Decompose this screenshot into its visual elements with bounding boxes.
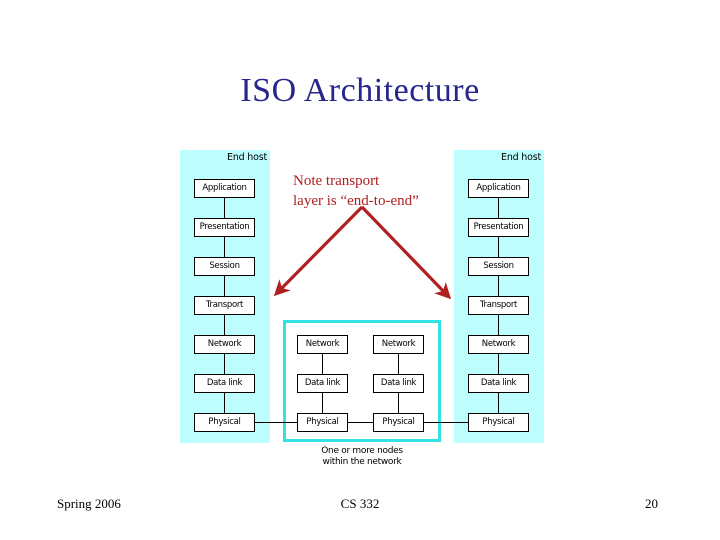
layer-box-right-network[interactable]: Network — [468, 335, 529, 354]
layer-box-left-network[interactable]: Network — [194, 335, 255, 354]
connector-left-3 — [224, 276, 225, 297]
layer-box-node2-network[interactable]: Network — [373, 335, 424, 354]
end-host-left-label: End host — [227, 152, 267, 163]
layer-box-node2-datalink[interactable]: Data link — [373, 374, 424, 393]
layer-box-right-application[interactable]: Application — [468, 179, 529, 198]
connector-right-2 — [498, 237, 499, 258]
connector-left-5 — [224, 354, 225, 375]
transport-note-text: Note transport layer is “end-to-end” — [293, 173, 419, 209]
layer-box-right-session[interactable]: Session — [468, 257, 529, 276]
end-host-right-label: End host — [501, 152, 541, 163]
connector-right-6 — [498, 393, 499, 413]
footer-page-number: 20 — [645, 496, 658, 511]
end-to-end-arrow-icon — [273, 205, 452, 300]
layer-box-right-datalink[interactable]: Data link — [468, 374, 529, 393]
layer-box-left-presentation[interactable]: Presentation — [194, 218, 255, 237]
connector-left-6 — [224, 393, 225, 413]
layer-box-left-transport[interactable]: Transport — [194, 296, 255, 315]
connector-right-3 — [498, 276, 499, 297]
link-node1-to-node2 — [348, 422, 373, 423]
layer-box-right-physical[interactable]: Physical — [468, 413, 529, 432]
layer-box-node1-physical[interactable]: Physical — [297, 413, 348, 432]
page-title: ISO Architecture — [240, 72, 480, 109]
layer-box-left-physical[interactable]: Physical — [194, 413, 255, 432]
connector-right-1 — [498, 198, 499, 219]
layer-box-right-transport[interactable]: Transport — [468, 296, 529, 315]
layer-box-left-application[interactable]: Application — [194, 179, 255, 198]
connector-right-4 — [498, 315, 499, 336]
connector-node1-2 — [322, 393, 323, 413]
layer-box-left-datalink[interactable]: Data link — [194, 374, 255, 393]
layer-box-node1-network[interactable]: Network — [297, 335, 348, 354]
layer-box-right-presentation[interactable]: Presentation — [468, 218, 529, 237]
connector-left-2 — [224, 237, 225, 258]
connector-right-5 — [498, 354, 499, 375]
network-caption: One or more nodes within the network — [321, 446, 403, 467]
slide: ISO Architecture End host Application Pr… — [0, 0, 720, 540]
connector-node2-1 — [398, 354, 399, 375]
connector-node2-2 — [398, 393, 399, 413]
connector-left-4 — [224, 315, 225, 336]
layer-box-node1-datalink[interactable]: Data link — [297, 374, 348, 393]
connector-left-1 — [224, 198, 225, 219]
layer-box-left-session[interactable]: Session — [194, 257, 255, 276]
link-node2-to-right-host — [424, 422, 468, 423]
connector-node1-1 — [322, 354, 323, 375]
layer-box-node2-physical[interactable]: Physical — [373, 413, 424, 432]
link-left-host-to-node1 — [255, 422, 297, 423]
